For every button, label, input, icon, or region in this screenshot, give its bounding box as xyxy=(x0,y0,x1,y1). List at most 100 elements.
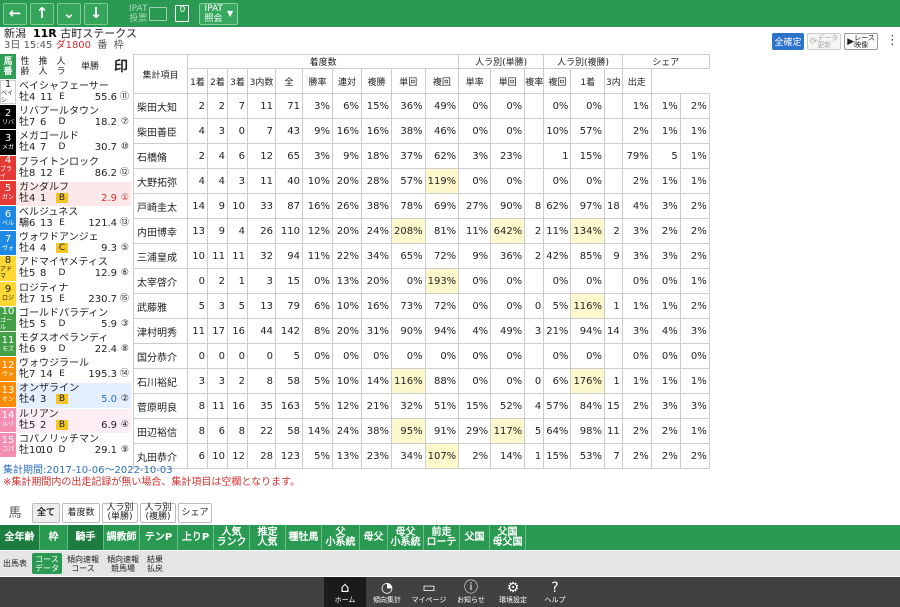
horse-number-cell[interactable]: 5 ガン xyxy=(0,180,16,205)
horse-number-cell[interactable]: 9 ロジ xyxy=(0,281,16,306)
horse-number-cell[interactable]: 15 コパ xyxy=(0,432,16,457)
ticket-count-badge[interactable]: 0 xyxy=(175,5,190,22)
stats-row[interactable]: 菅原明良 8 11 16 35 163 5% 12% 21% 32% 51% 15% 52% 4 57% 84… xyxy=(133,393,710,419)
horse-ninki: 10 xyxy=(40,444,53,456)
category-tab[interactable]: 人気 ランク xyxy=(214,525,250,550)
horse-info[interactable]: オンザライン 牡4 3 B 5.0 ② xyxy=(16,383,131,408)
bottom-nav-help[interactable]: ? ヘルプ xyxy=(534,577,576,607)
stats-row[interactable]: 石川裕紀 3 3 2 8 58 5% 10% 14% 116% 88% 0% 0% 0 6% 176% 1 1% 1… xyxy=(133,368,710,394)
category-tab[interactable]: 父国 母父国 xyxy=(490,525,526,550)
horse-short-name: ベル xyxy=(1,219,14,227)
horse-info[interactable]: ゴールドパラディン 牡5 5 D 5.9 ③ xyxy=(16,308,131,332)
sub-nav-tab[interactable]: 傾向速報 コース xyxy=(64,553,102,574)
stats-row[interactable]: 石橋脩 2 4 6 12 65 3% 9% 18% 37% 62% 3% 23% 1 15% 79% 5 1% xyxy=(133,143,710,169)
stat-cell: 0% xyxy=(570,268,606,294)
col-header: 1着 xyxy=(570,68,606,94)
down-chevron-button[interactable]: ⌄ xyxy=(57,2,81,25)
horse-number-cell[interactable]: 13 オン xyxy=(0,382,16,407)
stats-row[interactable]: 大野拓弥 4 4 3 11 40 10% 20% 28% 57% 119% 0% 0% 0% 0% 2% 1% 1… xyxy=(133,168,710,194)
horse-info[interactable]: ルリアン 牡5 2 B 6.9 ④ xyxy=(16,408,131,433)
category-tab[interactable]: 父国 xyxy=(460,525,490,550)
stat-cell: 0% xyxy=(490,93,526,119)
ipat-vote-button[interactable]: IPAT 投票 xyxy=(129,4,168,24)
category-tab[interactable]: 上りP xyxy=(178,525,214,550)
tab-all[interactable]: 全て xyxy=(32,503,60,523)
sub-nav-tab[interactable]: 出馬表 xyxy=(0,553,30,574)
bottom-nav-id-card[interactable]: ▭ マイページ xyxy=(408,577,450,607)
horse-info[interactable]: ベルジュネス 騸6 13 E 121.4 ⑬ xyxy=(16,207,131,231)
tab-share[interactable]: シェア xyxy=(178,503,212,523)
stat-cell: 18% xyxy=(361,143,392,169)
horse-info[interactable]: リバプールタウン 牡7 6 D 18.2 ⑦ xyxy=(16,106,131,130)
up-button[interactable]: ↑ xyxy=(30,2,54,25)
ipat-inquiry-button[interactable]: IPAT 照会 ▼ xyxy=(199,2,239,25)
horse-info[interactable]: ベイシャフェーサー 牡4 11 E 55.6 ⑪ xyxy=(16,81,131,105)
sub-nav-tab[interactable]: コース データ xyxy=(32,553,62,574)
bottom-nav-home[interactable]: ⌂ ホーム xyxy=(324,577,366,607)
horse-number-cell[interactable]: 6 ベル xyxy=(0,206,16,231)
horse-number-cell[interactable]: 8 アドマ xyxy=(0,256,16,281)
stats-row[interactable]: 国分恭介 0 0 0 0 5 0% 0% 0% 0% 0% 0% 0% 0% 0% 0% 0% 0% xyxy=(133,343,710,369)
category-tab[interactable]: 前走 ローテ xyxy=(424,525,460,550)
race-video-button[interactable]: ▶ レース 映像 xyxy=(844,33,878,50)
horse-info[interactable]: メガゴールド 牡4 7 D 30.7 ⑩ xyxy=(16,131,131,155)
data-update-button[interactable]: ⟳ データ 更新 xyxy=(807,33,841,50)
stat-cell: 28 xyxy=(247,443,276,469)
stats-row[interactable]: 三浦皇成 10 11 11 32 94 11% 22% 34% 65% 72% 9% 36% 2 42% 85… xyxy=(133,243,710,269)
tab-chakudo[interactable]: 着度数 xyxy=(62,503,100,523)
horse-number-cell[interactable]: 4 ブライ xyxy=(0,155,16,180)
horse-number-cell[interactable]: 7 ヴォ xyxy=(0,231,16,256)
stats-row[interactable]: 武藤雅 5 3 5 13 79 6% 10% 16% 73% 72% 0% 0% 0 5% 116% 1 1% 1%… xyxy=(133,293,710,319)
horse-info[interactable]: コパノリッチマン 牡10 10 D 29.1 ⑨ xyxy=(16,434,131,458)
category-tab[interactable]: 推定 人気 xyxy=(250,525,286,550)
bottom-nav-pie-chart[interactable]: ◔ 傾向集計 xyxy=(366,577,408,607)
stat-cell: 65 xyxy=(275,143,303,169)
stat-cell: 642% xyxy=(490,218,526,244)
category-tab[interactable]: 調教師 xyxy=(104,525,140,550)
stats-row[interactable]: 柴田大知 2 2 7 11 71 3% 6% 15% 36% 49% 0% 0% 0% 0% 1% 1% 2% xyxy=(133,93,710,119)
stats-row[interactable]: 柴田善臣 4 3 0 7 43 9% 16% 16% 38% 46% 0% 0% 10% 57% 2% 1% 1% xyxy=(133,118,710,144)
horse-number-cell[interactable]: 1 ベイシ xyxy=(0,80,16,105)
horse-number-cell[interactable]: 3 メガ xyxy=(0,130,16,155)
horse-number-cell[interactable]: 12 ヴォ xyxy=(0,357,16,382)
horse-number-cell[interactable]: 11 モズ xyxy=(0,332,16,357)
sub-nav-tab[interactable]: 結果 払戻 xyxy=(144,553,166,574)
category-tab[interactable]: 母父 xyxy=(360,525,388,550)
horse-info[interactable]: ブライトンロック 牡8 12 E 86.2 ⑫ xyxy=(16,157,131,181)
category-tab[interactable]: 枠 xyxy=(40,525,68,550)
stat-cell: 208% xyxy=(391,218,426,244)
stat-cell: 4% xyxy=(621,193,652,219)
horse-info[interactable]: ヴォワドアンジェ 牡4 4 C 9.3 ⑤ xyxy=(16,232,131,256)
horse-number-cell[interactable]: 14 ルリ xyxy=(0,407,16,432)
more-menu-icon[interactable]: ⋮ xyxy=(886,34,899,47)
bottom-nav-gear[interactable]: ⚙ 環境設定 xyxy=(492,577,534,607)
stat-cell: 163 xyxy=(275,393,303,419)
category-tab[interactable]: テンP xyxy=(140,525,178,550)
category-tab[interactable]: 全年齢 xyxy=(0,525,40,550)
tab-ninki-tan[interactable]: 人ラ別 (単勝) xyxy=(102,503,138,523)
stat-cell: 10 xyxy=(207,443,228,469)
sub-nav-tab[interactable]: 傾向速報 競馬場 xyxy=(104,553,142,574)
bottom-nav-info[interactable]: ⓘ お知らせ xyxy=(450,577,492,607)
category-tab[interactable]: 母父 小系統 xyxy=(388,525,424,550)
horse-info[interactable]: モダスオペランディ 牡6 9 D 22.4 ⑧ xyxy=(16,333,131,357)
tab-ninki-fuku[interactable]: 人ラ別 (複勝) xyxy=(140,503,176,523)
stats-row[interactable]: 戸崎圭太 14 9 10 33 87 16% 26% 38% 78% 69% 27% 90% 8 62% 97… xyxy=(133,193,710,219)
horse-number-cell[interactable]: 2 リバ xyxy=(0,105,16,130)
horse-info[interactable]: ロジティナ 牡7 15 E 230.7 ⑮ xyxy=(16,283,131,307)
category-tab[interactable]: 騎手 xyxy=(68,525,104,550)
stats-row[interactable]: 内田博幸 13 9 4 26 110 12% 20% 24% 208% 81% 11% 642% 2 11%… xyxy=(133,218,710,244)
back-button[interactable]: ← xyxy=(3,2,27,25)
horse-info[interactable]: ガンダルフ 牡4 1 B 2.9 ① xyxy=(16,181,131,206)
category-tab[interactable]: 種牡馬 xyxy=(286,525,322,550)
all-confirmed-button[interactable]: 全確定 xyxy=(772,33,804,50)
stats-row[interactable]: 津村明秀 11 17 16 44 142 8% 20% 31% 90% 94% 4% 49% 3 21% 94… xyxy=(133,318,710,344)
down-button[interactable]: ↓ xyxy=(84,2,108,25)
horse-info[interactable]: アドマイヤメティス 牡5 8 D 12.9 ⑥ xyxy=(16,257,131,281)
stats-row[interactable]: 太宰啓介 0 2 1 3 15 0% 13% 20% 0% 193% 0% 0% 0% 0% 0% 0% 1% xyxy=(133,268,710,294)
stats-row[interactable]: 丸田恭介 6 10 12 28 123 5% 13% 23% 34% 107% 2% 14% 1 15% 53… xyxy=(133,443,710,469)
horse-number-cell[interactable]: 10 ゴール xyxy=(0,306,16,331)
stats-row[interactable]: 田辺裕信 8 6 8 22 58 14% 24% 38% 95% 91% 29% 117% 5 64% 98%… xyxy=(133,418,710,444)
horse-info[interactable]: ヴォウジラール 牝7 14 E 195.3 ⑭ xyxy=(16,358,131,382)
category-tab[interactable]: 父 小系統 xyxy=(322,525,360,550)
